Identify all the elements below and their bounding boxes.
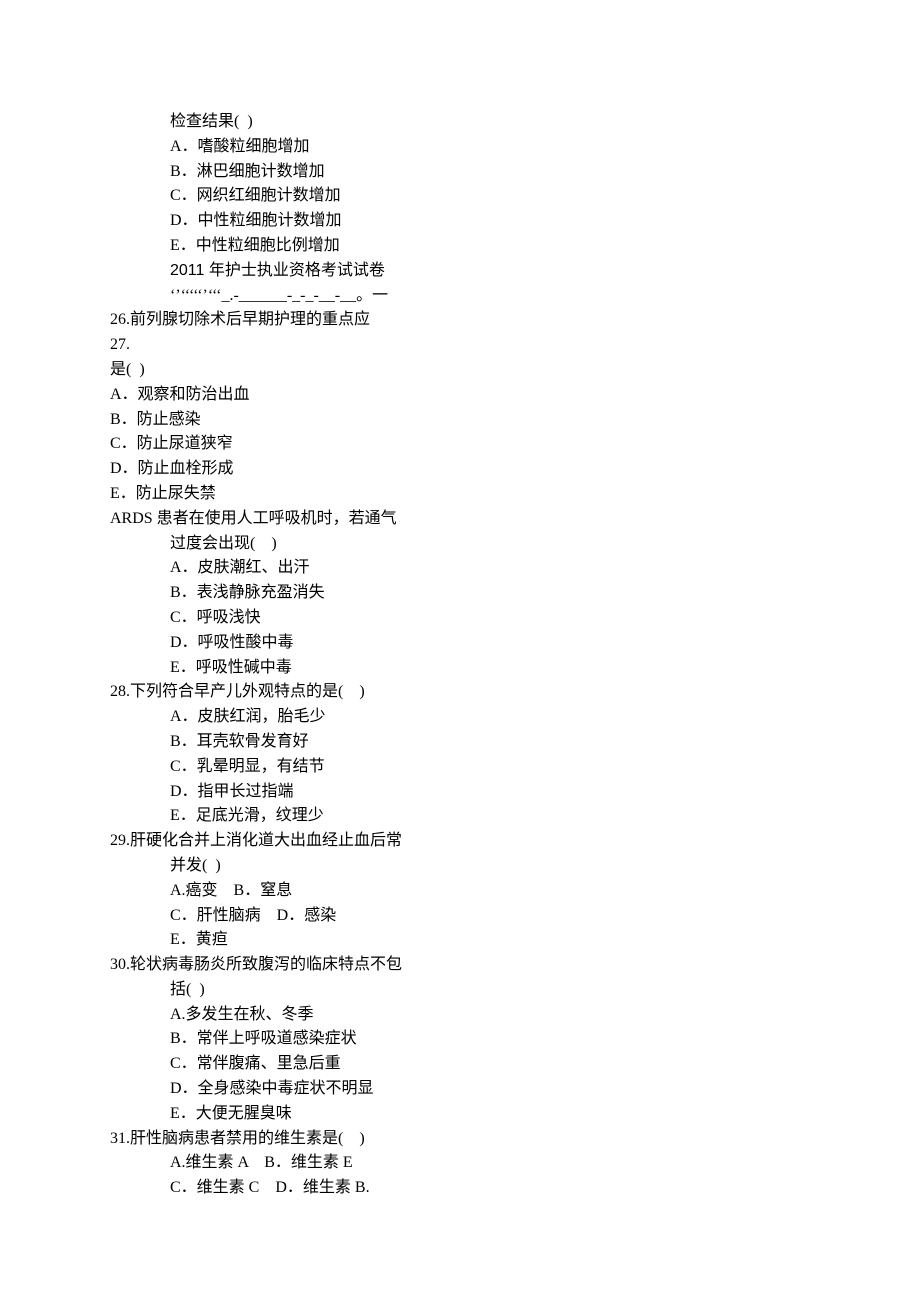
q31-options-row1: A.维生素 A B．维生素 E <box>110 1151 810 1176</box>
q30-stem-line2: 括( ) <box>110 978 810 1003</box>
q27-number: 27. <box>110 333 810 358</box>
ards-option-a: A．皮肤潮红、出汗 <box>110 556 810 581</box>
q29-options-row3: E．黄疸 <box>110 928 810 953</box>
exam-page: 检查结果( ) A．嗜酸粒细胞增加 B．淋巴细胞计数增加 C．网织红细胞计数增加… <box>0 0 810 1201</box>
q29-stem-line2: 并发( ) <box>110 854 810 879</box>
fragment-option-b: B．淋巴细胞计数增加 <box>110 160 810 185</box>
q28-option-b: B．耳壳软骨发育好 <box>110 730 810 755</box>
q30-option-d: D．全身感染中毒症状不明显 <box>110 1077 810 1102</box>
exam-banner: 2011 年护士执业资格考试试卷 <box>110 259 810 284</box>
q30-stem-line1: 30.轮状病毒肠炎所致腹泻的临床特点不包 <box>110 953 810 978</box>
q29-stem-line1: 29.肝硬化合并上消化道大出血经止血后常 <box>110 829 810 854</box>
fragment-option-e: E．中性粒细胞比例增加 <box>110 234 810 259</box>
q30-option-c: C．常伴腹痛、里急后重 <box>110 1052 810 1077</box>
q26-stem-line1: 26.前列腺切除术后早期护理的重点应 <box>110 308 810 333</box>
q30-option-b: B．常伴上呼吸道感染症状 <box>110 1027 810 1052</box>
q28-stem: 28.下列符合早产儿外观特点的是( ) <box>110 680 810 705</box>
q30-option-e: E．大便无腥臭味 <box>110 1102 810 1127</box>
q29-options-row2: C．肝性脑病 D．感染 <box>110 904 810 929</box>
fragment-option-c: C．网织红细胞计数增加 <box>110 184 810 209</box>
q28-option-e: E．足底光滑，纹理少 <box>110 804 810 829</box>
q28-option-c: C．乳晕明显，有结节 <box>110 755 810 780</box>
q31-options-row2: C．维生素 C D．维生素 B. <box>110 1176 810 1201</box>
ards-stem-line1: ARDS 患者在使用人工呼吸机时，若通气 <box>110 507 810 532</box>
ards-option-b: B．表浅静脉充盈消失 <box>110 581 810 606</box>
fragment-option-d: D．中性粒细胞计数增加 <box>110 209 810 234</box>
fragment-option-a: A．嗜酸粒细胞增加 <box>110 135 810 160</box>
q26-option-b: B．防止感染 <box>110 408 810 433</box>
q26-option-d: D．防止血栓形成 <box>110 457 810 482</box>
q26-option-a: A．观察和防治出血 <box>110 383 810 408</box>
q28-option-a: A．皮肤红润，胎毛少 <box>110 705 810 730</box>
q30-option-a: A.多发生在秋、冬季 <box>110 1003 810 1028</box>
q31-stem: 31.肝性脑病患者禁用的维生素是( ) <box>110 1127 810 1152</box>
fragment-stem-tail: 检查结果( ) <box>110 110 810 135</box>
ards-option-c: C．呼吸浅快 <box>110 606 810 631</box>
decor-line: ‘’‘‘‘‘‘’‘‘‘_.-______-_-_-__-__。一 <box>110 284 810 309</box>
q26-stem-line2: 是( ) <box>110 358 810 383</box>
q26-option-e: E．防止尿失禁 <box>110 482 810 507</box>
ards-stem-line2: 过度会出现( ) <box>110 532 810 557</box>
q29-options-row1: A.癌变 B．窒息 <box>110 879 810 904</box>
q28-option-d: D．指甲长过指端 <box>110 780 810 805</box>
q26-option-c: C．防止尿道狭窄 <box>110 432 810 457</box>
ards-option-d: D．呼吸性酸中毒 <box>110 631 810 656</box>
ards-option-e: E．呼吸性碱中毒 <box>110 656 810 681</box>
